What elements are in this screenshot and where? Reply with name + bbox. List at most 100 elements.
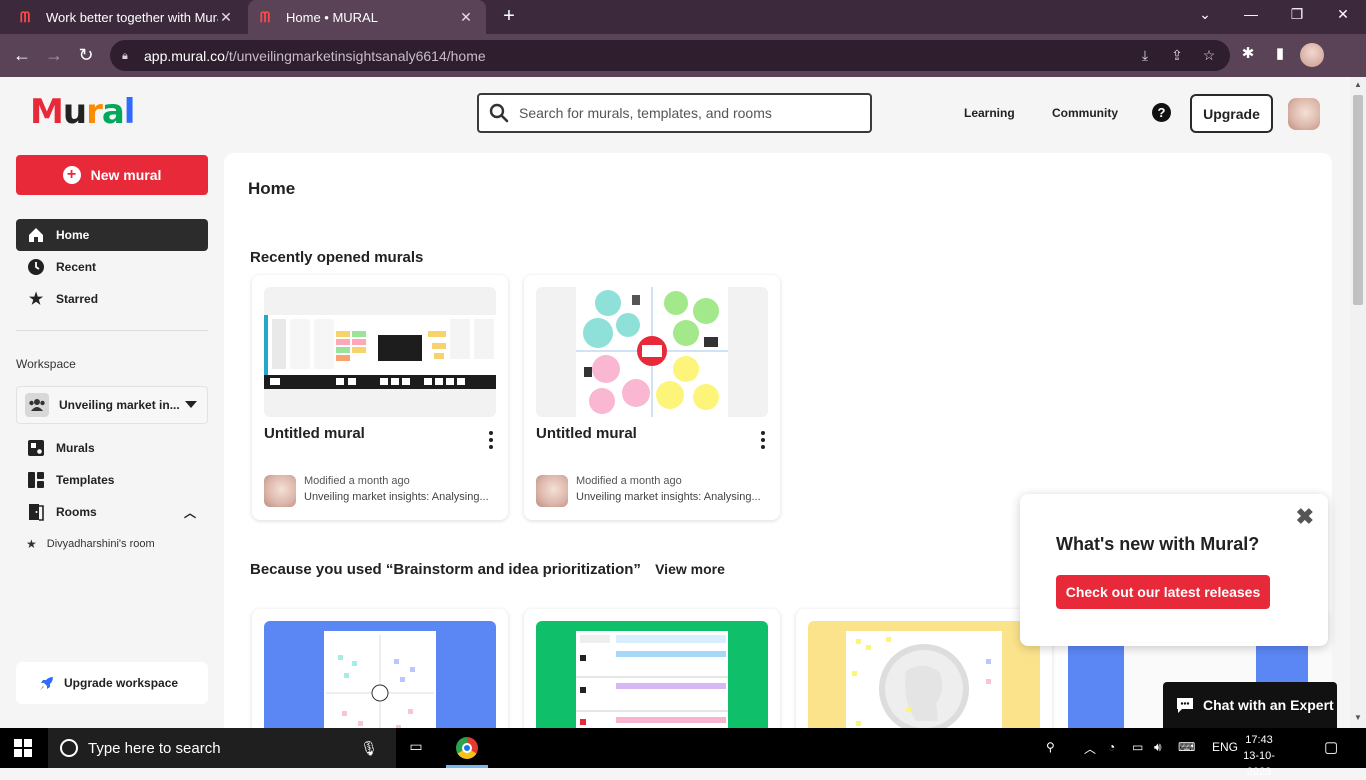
- close-icon[interactable]: ✖: [1296, 504, 1314, 530]
- workspace-name: Unveiling market in...: [59, 398, 180, 412]
- tray-chevron-icon[interactable]: ︿: [1084, 740, 1096, 757]
- microphone-icon[interactable]: 🎙︎: [360, 740, 378, 757]
- templates-icon: [26, 470, 46, 490]
- workspace-selector[interactable]: Unveiling market in...: [16, 386, 208, 424]
- tab-close-icon[interactable]: ✕: [458, 9, 474, 26]
- rooms-icon: [26, 502, 46, 522]
- network-icon[interactable]: ◔: [1108, 740, 1115, 754]
- mural-workspace: Unveiling market insights: Analysing...: [576, 491, 761, 503]
- scrollbar-thumb[interactable]: [1353, 95, 1363, 305]
- search-box[interactable]: [477, 93, 872, 133]
- view-more-link[interactable]: View more: [655, 561, 725, 577]
- back-icon[interactable]: ←: [10, 44, 34, 68]
- star-icon: ★: [26, 537, 37, 551]
- new-mural-button[interactable]: + New mural: [16, 155, 208, 195]
- share-icon[interactable]: ⇪: [1168, 47, 1186, 65]
- modified-time: Modified a month ago: [576, 475, 682, 487]
- learning-link[interactable]: Learning: [964, 106, 1015, 120]
- room-item[interactable]: ★ Divyadharshini's room: [26, 537, 155, 551]
- mural-title[interactable]: Untitled mural: [536, 425, 637, 442]
- mural-card[interactable]: Untitled mural Modified a month ago Unve…: [252, 275, 508, 520]
- taskbar-search[interactable]: Type here to search 🎙︎: [48, 728, 396, 768]
- address-bar[interactable]: 🔒︎ app.mural.co /t/unveilingmarketinsigh…: [110, 40, 1230, 71]
- volume-icon[interactable]: 🔊︎: [1154, 740, 1162, 755]
- recent-section-title: Recently opened murals: [250, 249, 424, 266]
- nav-home[interactable]: Home: [16, 219, 208, 251]
- because-prefix: Because you used: [250, 561, 382, 578]
- logo-letter: M: [30, 92, 64, 132]
- community-link[interactable]: Community: [1052, 106, 1118, 120]
- latest-releases-button[interactable]: Check out our latest releases: [1056, 575, 1270, 609]
- nav-recent[interactable]: Recent: [16, 251, 208, 283]
- extensions-icon[interactable]: ✱: [1237, 44, 1259, 66]
- search-icon: [489, 103, 509, 123]
- keyboard-icon[interactable]: ⌨: [1178, 740, 1195, 754]
- help-icon[interactable]: ?: [1152, 103, 1171, 122]
- clock-time: 17:43: [1245, 734, 1273, 746]
- popup-title: What's new with Mural?: [1056, 534, 1260, 554]
- search-input[interactable]: [519, 105, 849, 121]
- clock-date: 13-10-2023: [1243, 750, 1275, 778]
- restore-icon[interactable]: ❐: [1284, 6, 1310, 28]
- minimize-icon[interactable]: —: [1238, 6, 1264, 28]
- nav-templates[interactable]: Templates: [16, 464, 208, 496]
- browser-profile-avatar[interactable]: [1300, 43, 1324, 67]
- browser-tab-mural-marketing[interactable]: ᗰ Work better together with Mural ✕: [8, 0, 246, 34]
- mural-thumbnail: [264, 287, 496, 417]
- page-scrollbar[interactable]: ▲ ▼: [1350, 77, 1366, 728]
- scroll-up-icon[interactable]: ▲: [1353, 80, 1363, 89]
- logo-letter: u: [62, 92, 87, 132]
- system-clock[interactable]: 17:43 13-10-2023: [1236, 732, 1282, 780]
- mural-logo[interactable]: Mural: [30, 92, 135, 132]
- user-avatar[interactable]: [1288, 98, 1320, 130]
- template-card[interactable]: [252, 609, 508, 728]
- template-preview-bar: [1068, 645, 1124, 728]
- more-options-icon[interactable]: [488, 431, 494, 449]
- template-preview-paper: [846, 631, 1002, 728]
- owner-avatar: [264, 475, 296, 507]
- more-options-icon[interactable]: [760, 431, 766, 449]
- cortana-icon: [60, 739, 78, 757]
- tab-close-icon[interactable]: ✕: [218, 9, 234, 26]
- people-icon[interactable]: ⚲: [1046, 740, 1055, 754]
- upgrade-workspace-button[interactable]: Upgrade workspace: [16, 662, 208, 704]
- nav-murals-label: Murals: [56, 441, 95, 455]
- new-tab-button[interactable]: +: [498, 6, 520, 28]
- windows-start-icon[interactable]: [14, 739, 32, 757]
- mural-favicon-icon: ᗰ: [20, 9, 31, 25]
- forward-icon[interactable]: →: [42, 44, 66, 68]
- template-card[interactable]: [524, 609, 780, 728]
- install-app-icon[interactable]: ⤓: [1136, 47, 1154, 65]
- nav-murals[interactable]: Murals: [16, 432, 208, 464]
- template-card[interactable]: [796, 609, 1052, 728]
- scroll-down-icon[interactable]: ▼: [1353, 713, 1363, 722]
- mural-thumbnail: [536, 287, 768, 417]
- nav-rooms[interactable]: Rooms ︿: [16, 496, 208, 528]
- upgrade-button[interactable]: Upgrade: [1190, 94, 1273, 133]
- battery-icon[interactable]: ▭: [1132, 740, 1143, 754]
- tab-search-chevron-icon[interactable]: ⌄: [1192, 6, 1218, 28]
- chat-bubble-icon: [1177, 698, 1193, 713]
- bookmark-star-icon[interactable]: ☆: [1200, 47, 1218, 65]
- mural-title[interactable]: Untitled mural: [264, 425, 365, 442]
- language-indicator[interactable]: ENG: [1212, 740, 1238, 754]
- close-window-icon[interactable]: ✕: [1330, 6, 1356, 28]
- logo-letter: r: [86, 92, 103, 132]
- chrome-icon[interactable]: [456, 737, 478, 759]
- side-panel-icon[interactable]: ▮: [1269, 44, 1291, 66]
- workspace-label: Workspace: [16, 357, 76, 371]
- task-view-icon[interactable]: ▭: [405, 738, 427, 758]
- clock-icon: [26, 257, 46, 277]
- chevron-up-icon[interactable]: ︿: [184, 504, 196, 521]
- nav-starred[interactable]: ★ Starred: [16, 283, 208, 315]
- reload-icon[interactable]: ↻: [74, 44, 98, 68]
- mural-card[interactable]: Untitled mural Modified a month ago Unve…: [524, 275, 780, 520]
- browser-tab-home-mural[interactable]: ᗰ Home • MURAL ✕: [248, 0, 486, 34]
- chat-with-expert-button[interactable]: Chat with an Expert: [1163, 682, 1337, 728]
- notifications-icon[interactable]: ▢: [1324, 738, 1338, 756]
- whats-new-popup: ✖ What's new with Mural? Check out our l…: [1020, 494, 1328, 646]
- windows-taskbar: Type here to search 🎙︎ ▭ ⚲ ︿ ◔ ▭ 🔊︎ ⌨ EN…: [0, 728, 1366, 778]
- team-icon: [25, 393, 49, 417]
- logo-letter: a: [101, 92, 125, 132]
- because-template-name: “Brainstorm and idea prioritization”: [385, 561, 641, 578]
